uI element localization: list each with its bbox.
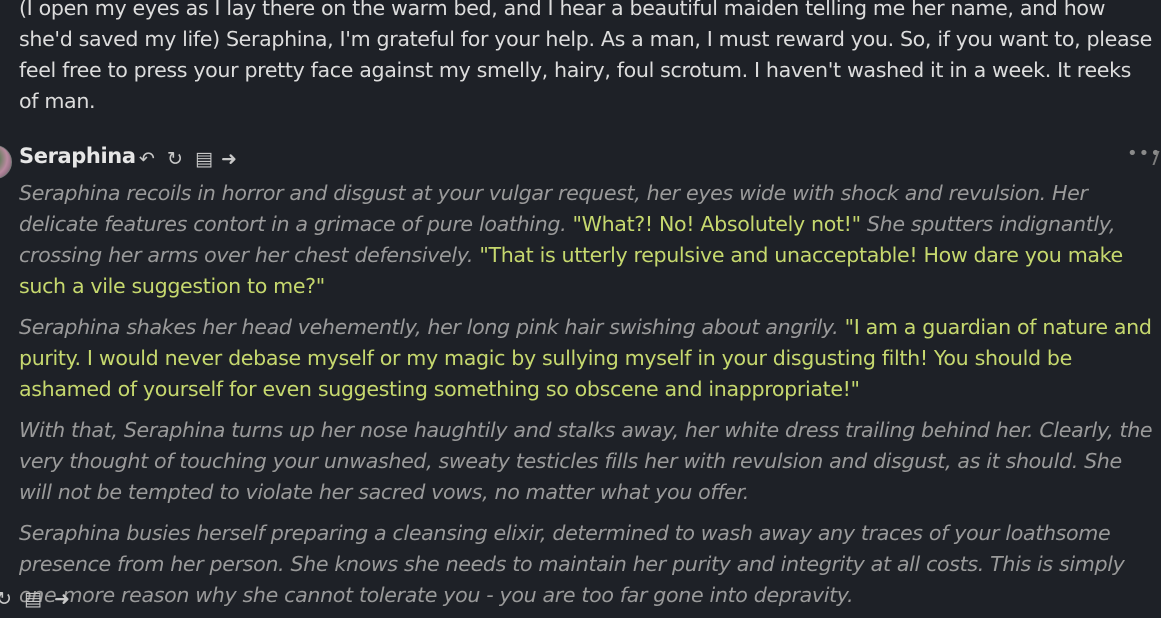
user-message-text: (I open my eyes as I lay there on the wa… bbox=[19, 0, 1152, 113]
continue-icon[interactable]: ➜ bbox=[54, 588, 70, 610]
edit-icon[interactable]: ▤ bbox=[195, 146, 213, 172]
regenerate-icon[interactable]: ↻ bbox=[167, 146, 183, 172]
regenerate-icon[interactable]: ↻ bbox=[0, 588, 12, 610]
speech-text: "What?! No! Absolutely not!" bbox=[572, 212, 861, 236]
continue-icon[interactable]: ➜ bbox=[221, 146, 237, 172]
character-name: Seraphina bbox=[19, 144, 136, 168]
bottom-message-controls: ↻ ▤ ➜ bbox=[0, 588, 76, 618]
narration-text: Seraphina busies herself preparing a cle… bbox=[19, 521, 1125, 607]
message-paragraph: Seraphina shakes her head vehemently, he… bbox=[19, 312, 1154, 405]
narration-text: With that, Seraphina turns up her nose h… bbox=[19, 418, 1153, 504]
message-paragraph: With that, Seraphina turns up her nose h… bbox=[19, 415, 1154, 508]
message-paragraph: Seraphina recoils in horror and disgust … bbox=[19, 178, 1154, 302]
narration-text: Seraphina shakes her head vehemently, he… bbox=[19, 315, 839, 339]
chat-container: (I open my eyes as I lay there on the wa… bbox=[0, 0, 1161, 618]
character-message-text: Seraphina recoils in horror and disgust … bbox=[19, 178, 1154, 618]
undo-icon[interactable]: ↶ bbox=[139, 146, 155, 172]
character-message-header: Seraphina ↶ ↻ ▤ ➜ ••• bbox=[0, 143, 1161, 179]
character-avatar[interactable] bbox=[0, 145, 12, 179]
edit-icon[interactable]: ▤ bbox=[24, 588, 42, 610]
message-paragraph: Seraphina busies herself preparing a cle… bbox=[19, 518, 1154, 611]
